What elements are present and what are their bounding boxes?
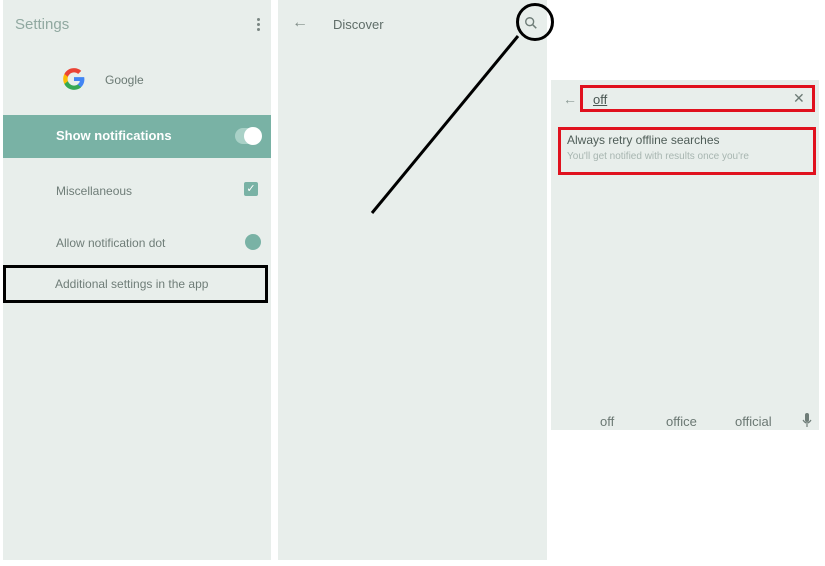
suggestion-official[interactable]: official	[735, 414, 772, 429]
mic-icon[interactable]	[802, 413, 812, 428]
show-notifications-row[interactable]: Show notifications	[3, 115, 271, 158]
notification-dot-toggle[interactable]	[245, 234, 261, 250]
show-notifications-label: Show notifications	[56, 128, 172, 143]
suggestion-office[interactable]: office	[666, 414, 697, 429]
settings-title: Settings	[15, 16, 70, 33]
app-name: Google	[105, 73, 144, 87]
search-icon-highlight-circle	[516, 3, 554, 41]
discover-screen: ← Discover	[278, 0, 547, 560]
back-arrow-icon[interactable]: ←	[563, 91, 577, 107]
additional-settings-highlight	[3, 265, 268, 303]
google-logo-icon	[63, 68, 85, 90]
result-highlight	[558, 127, 816, 175]
discover-title: Discover	[333, 17, 384, 32]
toggle-knob	[244, 127, 262, 145]
search-field-highlight	[580, 85, 815, 112]
notification-dot-label: Allow notification dot	[56, 236, 166, 250]
show-notifications-toggle[interactable]	[235, 127, 262, 145]
more-options-icon[interactable]	[253, 14, 263, 34]
suggestion-off[interactable]: off	[600, 414, 614, 429]
back-arrow-icon[interactable]: ←	[292, 14, 308, 32]
miscellaneous-label: Miscellaneous	[56, 184, 133, 198]
miscellaneous-checkbox[interactable]: ✓	[244, 182, 258, 196]
